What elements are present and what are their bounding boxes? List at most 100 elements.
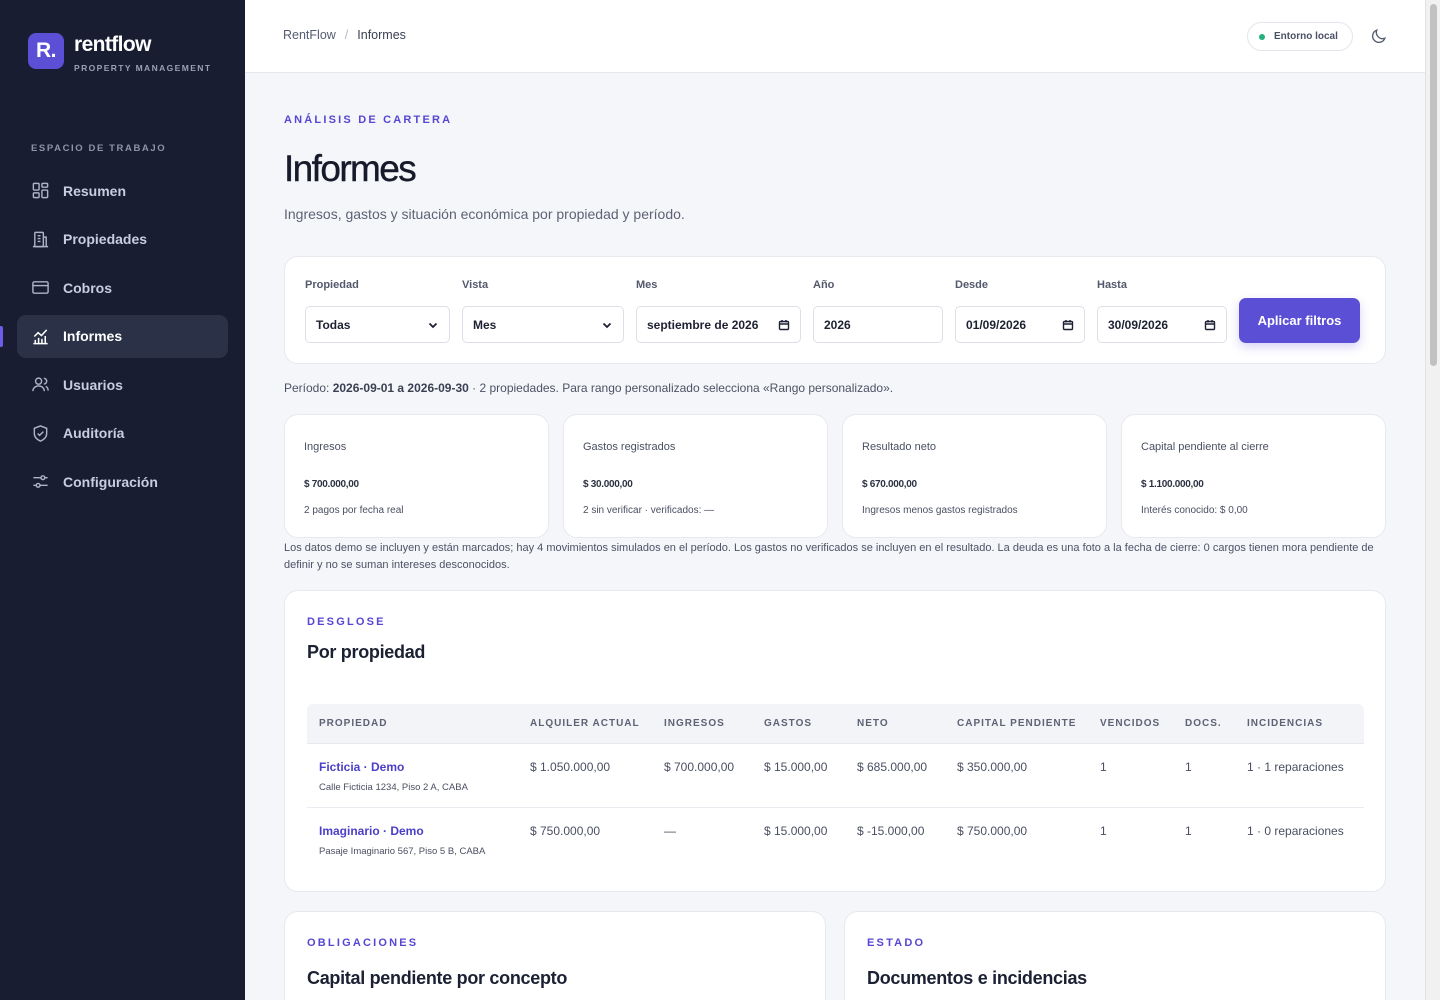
anio-input-value: 2026	[824, 317, 851, 332]
cell-expenses: $ 15.000,00	[764, 760, 828, 774]
filter-anio-label: Año	[813, 279, 835, 291]
brand-tagline: PROPERTY MANAGEMENT	[74, 63, 212, 73]
table-row: Imaginario · Demo Pasaje Imaginario 567,…	[307, 808, 1364, 872]
cell-pending: $ 350.000,00	[957, 760, 1028, 774]
cell-rent: $ 750.000,00	[530, 824, 601, 838]
apply-filters-button[interactable]: Aplicar filtros	[1239, 298, 1360, 343]
sidebar-item-propiedades[interactable]: Propiedades	[17, 218, 228, 261]
sidebar-item-configuracion[interactable]: Configuración	[17, 460, 228, 503]
desde-date-input[interactable]: 01/09/2026	[955, 306, 1085, 343]
column-header: PROPIEDAD	[319, 718, 388, 729]
sidebar-item-informes[interactable]: Informes	[0, 314, 228, 358]
environment-label: Entorno local	[1274, 31, 1338, 42]
kpi-label: Capital pendiente al cierre	[1141, 441, 1269, 453]
period-prefix: Período:	[284, 381, 333, 395]
kpi-value: $ 1.100.000,00	[1141, 479, 1204, 490]
mes-input[interactable]: septiembre de 2026	[636, 306, 801, 343]
hasta-date-input[interactable]: 30/09/2026	[1097, 306, 1227, 343]
column-header: DOCS.	[1185, 718, 1222, 729]
brand[interactable]: R. rentflow PROPERTY MANAGEMENT	[28, 33, 211, 73]
filter-vista: Vista Mes	[462, 279, 624, 343]
chevron-down-icon	[602, 322, 612, 328]
sidebar-item-auditoria[interactable]: Auditoría	[17, 412, 228, 455]
section-eyebrow: OBLIGACIONES	[307, 937, 419, 949]
kpi-note: Ingresos menos gastos registrados	[862, 505, 1018, 516]
scrollbar-thumb[interactable]	[1430, 4, 1437, 366]
filter-hasta: Hasta 30/09/2026	[1097, 279, 1227, 343]
vista-select-value: Mes	[473, 317, 497, 332]
status-card: ESTADO Documentos e incidencias	[844, 911, 1386, 1000]
sidebar-item-label: Resumen	[63, 182, 127, 199]
sidebar-item-usuarios[interactable]: Usuarios	[17, 363, 228, 406]
property-link[interactable]: Imaginario · Demo	[319, 824, 424, 838]
topbar: RentFlow / Informes Entorno local	[245, 0, 1425, 73]
users-icon	[31, 375, 50, 394]
environment-badge: Entorno local	[1247, 22, 1353, 51]
kpi-card-resultado-neto: Resultado neto $ 670.000,00 Ingresos men…	[842, 414, 1107, 538]
kpi-label: Resultado neto	[862, 441, 936, 453]
cell-income: $ 700.000,00	[664, 760, 735, 774]
calendar-icon[interactable]	[778, 319, 790, 331]
property-link[interactable]: Ficticia · Demo	[319, 760, 404, 774]
section-title: Capital pendiente por concepto	[307, 968, 568, 988]
sliders-icon	[31, 472, 50, 491]
demo-data-disclaimer: Los datos demo se incluyen y están marca…	[284, 542, 1374, 571]
sidebar-item-resumen[interactable]: Resumen	[17, 169, 228, 212]
cell-net: $ -15.000,00	[857, 824, 925, 838]
kpi-card-gastos: Gastos registrados $ 30.000,00 2 sin ver…	[563, 414, 828, 538]
section-title: Documentos e incidencias	[867, 968, 1087, 988]
sidebar-item-label: Cobros	[63, 279, 112, 296]
hasta-date-value: 30/09/2026	[1108, 317, 1169, 332]
status-dot-icon	[1259, 34, 1265, 40]
kpi-note: 2 pagos por fecha real	[304, 505, 404, 516]
kpi-value: $ 700.000,00	[304, 479, 359, 490]
sidebar-nav: Resumen Propiedades Cobros Informes Usua…	[0, 169, 228, 509]
sidebar-item-cobros[interactable]: Cobros	[17, 266, 228, 309]
kpi-card-ingresos: Ingresos $ 700.000,00 2 pagos por fecha …	[284, 414, 549, 538]
vista-select[interactable]: Mes	[462, 306, 624, 343]
page-scrollbar[interactable]	[1425, 0, 1440, 1000]
sidebar-item-label: Auditoría	[63, 425, 125, 441]
chart-icon	[31, 327, 50, 346]
cell-incidents: 1 · 0 reparaciones	[1247, 824, 1344, 838]
cell-income: —	[664, 824, 676, 838]
cell-incidents: 1 · 1 reparaciones	[1247, 760, 1344, 774]
propiedad-select-value: Todas	[316, 317, 351, 332]
page-subtitle: Ingresos, gastos y situación económica p…	[284, 206, 685, 222]
cell-docs: 1	[1185, 824, 1192, 838]
kpi-note: 2 sin verificar · verificados: —	[583, 505, 715, 516]
anio-input[interactable]: 2026	[813, 306, 943, 343]
filter-desde-label: Desde	[955, 279, 989, 291]
breadcrumb-root[interactable]: RentFlow	[283, 28, 336, 42]
sidebar: R. rentflow PROPERTY MANAGEMENT ESPACIO …	[0, 0, 245, 1000]
cell-net: $ 685.000,00	[857, 760, 928, 774]
property-address: Calle Ficticia 1234, Piso 2 A, CABA	[319, 782, 468, 793]
property-table: PROPIEDAD ALQUILER ACTUAL INGRESOS GASTO…	[307, 704, 1364, 872]
brand-logo: R.	[28, 33, 64, 69]
filter-vista-label: Vista	[462, 279, 489, 291]
filter-propiedad: Propiedad Todas	[305, 279, 450, 343]
building-icon	[31, 230, 50, 249]
page-eyebrow: ANÁLISIS DE CARTERA	[284, 114, 453, 126]
column-header: ALQUILER ACTUAL	[530, 718, 640, 729]
cell-rent: $ 1.050.000,00	[530, 760, 611, 774]
filter-hasta-label: Hasta	[1097, 279, 1127, 291]
filters-card: Propiedad Todas Vista Mes Mes septiembre…	[284, 256, 1386, 364]
cell-docs: 1	[1185, 760, 1192, 774]
calendar-icon[interactable]	[1062, 319, 1074, 331]
obligations-card: OBLIGACIONES Capital pendiente por conce…	[284, 911, 826, 1000]
moon-icon[interactable]	[1370, 27, 1388, 45]
propiedad-select[interactable]: Todas	[305, 306, 450, 343]
cell-overdue: 1	[1100, 824, 1107, 838]
desde-date-value: 01/09/2026	[966, 317, 1027, 332]
calendar-icon[interactable]	[1204, 319, 1216, 331]
kpi-label: Gastos registrados	[583, 441, 676, 453]
section-eyebrow: DESGLOSE	[307, 616, 386, 628]
breakdown-card: DESGLOSE Por propiedad PROPIEDAD ALQUILE…	[284, 590, 1386, 892]
column-header: INCIDENCIAS	[1247, 718, 1324, 729]
mes-input-value: septiembre de 2026	[647, 317, 759, 332]
table-row: Ficticia · Demo Calle Ficticia 1234, Pis…	[307, 744, 1364, 808]
cell-expenses: $ 15.000,00	[764, 824, 828, 838]
filter-anio: Año 2026	[813, 279, 943, 343]
shield-icon	[31, 424, 50, 443]
